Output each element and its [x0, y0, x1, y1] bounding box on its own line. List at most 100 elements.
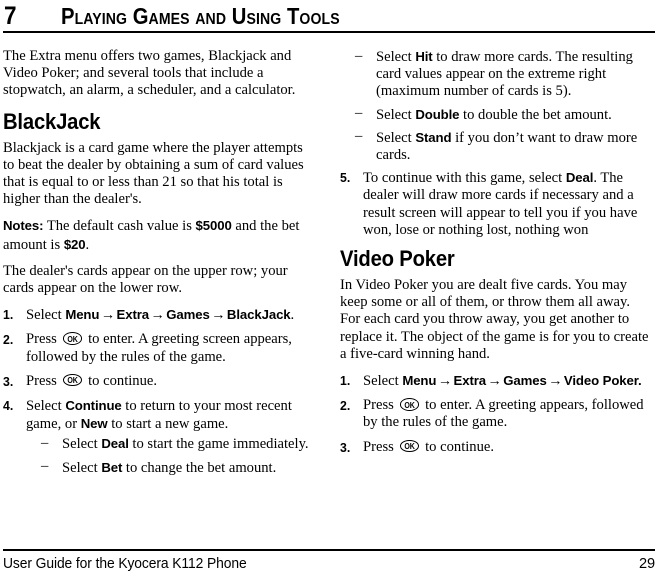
step-number: 2.	[3, 332, 14, 348]
ok-key-icon[interactable]: OK	[62, 332, 82, 345]
blackjack-steps-continued: 5. To continue with this game, select Dea…	[340, 169, 653, 239]
dash-lead: Select	[376, 129, 416, 146]
menu-path-menu[interactable]: Menu	[402, 373, 436, 388]
header-divider	[3, 31, 655, 33]
page-header: 7 Playing Games and Using Tools	[4, 2, 654, 32]
arrow-icon: →	[487, 373, 502, 390]
right-column: – Select Hit to draw more cards. The resu…	[340, 48, 653, 463]
blackjack-continued-sub-items: – Select Hit to draw more cards. The resu…	[340, 48, 653, 164]
menu-path-extra[interactable]: Extra	[454, 373, 487, 388]
step-item: 3. Press OK to continue.	[3, 373, 316, 390]
notes-cash-value: $5000	[195, 218, 232, 234]
notes-text-3: .	[85, 236, 90, 253]
option-deal[interactable]: Deal	[566, 170, 594, 185]
ok-key-label: OK	[67, 333, 78, 344]
option-bet[interactable]: Bet	[101, 460, 122, 475]
option-double[interactable]: Double	[415, 107, 459, 122]
arrow-icon: →	[211, 307, 226, 324]
step-item: 1. Select Menu → Extra → Games → BlackJack.	[3, 306, 316, 324]
dash-lead: Select	[62, 436, 102, 453]
ok-key-label: OK	[67, 374, 78, 385]
step-number: 4.	[3, 398, 14, 414]
step-tail: to start a new game.	[107, 416, 229, 433]
arrow-icon: →	[150, 307, 165, 324]
dash-list-item: – Select Deal to start the game immediate…	[26, 435, 316, 453]
menu-path-games[interactable]: Games	[503, 373, 547, 388]
dash-lead: Select	[376, 49, 416, 65]
dash-tail: to start the game immediately.	[128, 436, 309, 453]
left-column: The Extra menu offers two games, Blackja…	[3, 48, 316, 484]
option-continue[interactable]: Continue	[65, 398, 121, 413]
dash-bullet: –	[355, 128, 363, 145]
step-lead: Press	[26, 372, 61, 389]
dash-bullet: –	[355, 105, 363, 122]
step-lead: Select	[26, 398, 66, 415]
step-item: 2. Press OK to enter. A greeting screen a…	[3, 331, 316, 365]
option-deal[interactable]: Deal	[101, 436, 129, 451]
arrow-icon: →	[548, 373, 563, 390]
step-lead: Select	[363, 373, 403, 390]
arrow-icon: →	[100, 307, 116, 324]
intro-paragraph: The Extra menu offers two games, Blackja…	[3, 48, 296, 99]
ok-key-label: OK	[404, 440, 415, 451]
step-item: 4. Select Continue to return to your most…	[3, 397, 316, 477]
option-new[interactable]: New	[81, 416, 108, 431]
menu-path-menu[interactable]: Menu	[65, 307, 99, 322]
ok-key-icon[interactable]: OK	[399, 398, 419, 411]
step-lead: Press	[363, 438, 398, 455]
step-tail: to continue.	[421, 438, 495, 455]
step-number: 3.	[3, 373, 14, 389]
video-poker-paragraph: In Video Poker you are dealt five cards.…	[340, 277, 649, 362]
dash-list-item: – Select Hit to draw more cards. The resu…	[340, 48, 653, 101]
step-item: 5. To continue with this game, select Dea…	[340, 169, 653, 239]
blackjack-paragraph: Blackjack is a card game where the playe…	[3, 139, 304, 208]
option-hit[interactable]: Hit	[415, 49, 432, 64]
dash-tail: to double the bet amount.	[459, 106, 612, 123]
dash-bullet: –	[355, 47, 363, 64]
step-4-sub-items: – Select Deal to start the game immediate…	[26, 435, 316, 476]
step-lead: Press	[26, 331, 61, 348]
option-stand[interactable]: Stand	[415, 130, 451, 145]
step-tail: to continue.	[84, 372, 158, 389]
step-item: 3. Press OK to continue.	[340, 439, 653, 456]
dash-bullet: –	[41, 434, 49, 451]
step-number: 3.	[340, 439, 351, 455]
chapter-number: 7	[4, 2, 17, 30]
dash-bullet: –	[41, 458, 49, 475]
menu-path-games[interactable]: Games	[166, 307, 210, 322]
dash-lead: Select	[62, 459, 102, 476]
menu-path-video-poker[interactable]: Video Poker.	[564, 373, 642, 388]
menu-path-blackjack[interactable]: BlackJack	[227, 307, 291, 322]
ok-key-icon[interactable]: OK	[62, 373, 82, 387]
dealer-cards-paragraph: The dealer's cards appear on the upper r…	[3, 262, 288, 297]
arrow-icon: →	[437, 373, 453, 390]
step-number: 1.	[3, 307, 14, 323]
notes-paragraph: Notes: The default cash value is $5000 a…	[3, 217, 316, 253]
notes-bet-value: $20	[63, 236, 86, 252]
menu-path-extra[interactable]: Extra	[117, 307, 150, 322]
step-item: 1. Select Menu → Extra → Games → Video Poker.	[340, 372, 653, 390]
step-number: 2.	[340, 398, 351, 414]
dash-list-item: – Select Bet to change the bet amount.	[26, 458, 316, 477]
step-number: 5.	[340, 170, 351, 186]
dash-tail: to change the bet amount.	[122, 459, 277, 476]
footer-divider	[3, 549, 655, 551]
dash-lead: Select	[376, 106, 416, 123]
dash-list-item: – Select Double to double the bet amount.	[340, 105, 653, 124]
step-number: 1.	[340, 373, 351, 389]
step-lead: Select	[26, 307, 66, 324]
footer-guide-text: User Guide for the Kyocera K112 Phone	[3, 556, 247, 572]
ok-key-label: OK	[404, 399, 415, 410]
dash-list-item: – Select Stand if you don’t want to draw …	[340, 128, 653, 164]
video-poker-heading: Video Poker	[340, 246, 455, 272]
blackjack-steps: 1. Select Menu → Extra → Games → BlackJack. 2. P…	[3, 306, 316, 477]
footer-page-number: 29	[638, 556, 655, 572]
step-tail: .	[290, 307, 295, 324]
step-lead: Press	[363, 397, 398, 414]
video-poker-steps: 1. Select Menu → Extra → Games → Video Poker. 2…	[340, 372, 653, 456]
notes-text-1: The default cash value is	[43, 218, 196, 235]
ok-key-icon[interactable]: OK	[399, 439, 419, 453]
notes-label: Notes:	[3, 218, 44, 234]
chapter-title: Playing Games and Using Tools	[61, 3, 340, 29]
step-lead: To continue with this game, select	[363, 170, 566, 187]
